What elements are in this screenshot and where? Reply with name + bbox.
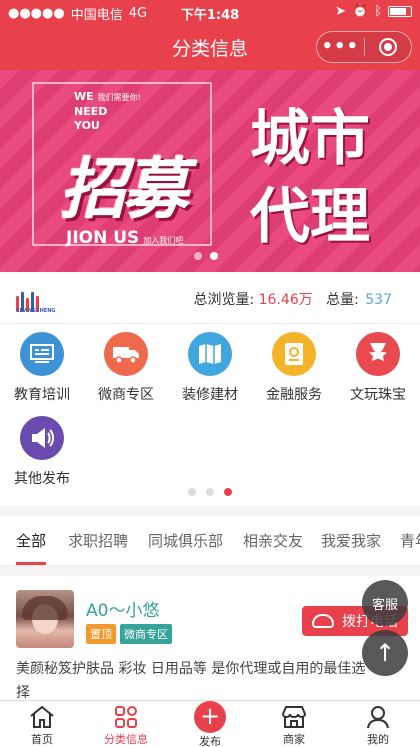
banner-city-agent: 城市 代理 xyxy=(250,104,370,252)
passport-icon xyxy=(272,332,316,376)
close-miniprogram-button[interactable] xyxy=(364,38,411,56)
battery-icon xyxy=(388,6,412,17)
category-pager xyxy=(0,488,420,496)
filter-tabs: 全部 求职招聘 同城俱乐部 相亲交友 我爱我家 青年 xyxy=(0,516,420,566)
nav-bar: 分类信息 ••• xyxy=(0,24,420,70)
category-wechat-business[interactable]: 微商专区 xyxy=(84,324,168,408)
status-right: ➤ ⏰ ᛒ xyxy=(335,4,412,19)
publish-icon: + xyxy=(168,701,252,733)
listing-name: A0～小悠 xyxy=(86,601,160,621)
shop-icon xyxy=(252,703,336,731)
tabbar-category[interactable]: 分类信息 xyxy=(84,703,168,747)
list-item[interactable]: A0～小悠 置顶 微商专区 拨打电话 美颜秘笈护肤品 彩妆 日用品等 是你代理或… xyxy=(0,576,420,700)
miniprogram-capsule: ••• xyxy=(316,31,412,63)
listing-description: 美颜秘笈护肤品 彩妆 日用品等 是你代理或自用的最佳选 xyxy=(16,661,366,677)
category-finance[interactable]: 金融服务 xyxy=(252,324,336,408)
banner-we-need-you: WE 我们需要你! NEED YOU xyxy=(74,90,141,132)
tab-youth[interactable]: 青年 xyxy=(400,530,420,551)
profile-icon xyxy=(336,703,420,731)
category-jewelry[interactable]: 文玩珠宝 xyxy=(336,324,420,408)
banner-carousel[interactable]: WE 我们需要你! NEED YOU 招募 JION US 加入我们吧 城市 代理 xyxy=(0,70,420,272)
tabbar-profile[interactable]: 我的 xyxy=(336,703,420,747)
category-grid: 教育培训 微商专区 装修建材 金融服务 文玩珠宝 其他发布 xyxy=(0,324,420,506)
banner-dot[interactable] xyxy=(194,252,202,260)
bluetooth-icon: ᛒ xyxy=(374,4,382,19)
stats-row: CHANGSHENG 总浏览量: 16.46万 总量: 537 xyxy=(0,272,420,324)
speaker-icon xyxy=(20,416,64,460)
customer-service-button[interactable]: 客服 xyxy=(362,580,408,626)
status-bar: ●●●●● 中国电信 4G 下午1:48 ➤ ⏰ ᛒ xyxy=(0,0,420,24)
phone-icon xyxy=(312,614,334,628)
tab-all[interactable]: 全部 xyxy=(16,530,47,565)
pager-dot[interactable] xyxy=(188,488,196,496)
pager-dot-active[interactable] xyxy=(224,488,232,496)
location-icon: ➤ xyxy=(335,4,346,19)
views-value: 16.46万 xyxy=(258,292,313,308)
home-icon xyxy=(0,703,84,731)
pager-dot[interactable] xyxy=(206,488,214,496)
banner-headline: 招募 xyxy=(60,151,188,228)
total-value: 537 xyxy=(365,292,392,308)
listing-tags: 置顶 微商专区 xyxy=(86,624,172,644)
pinned-badge: 置顶 xyxy=(86,624,116,644)
category-icon xyxy=(84,703,168,731)
category-other[interactable]: 其他发布 xyxy=(0,408,84,492)
more-button[interactable]: ••• xyxy=(317,33,364,61)
banner-dot-active[interactable] xyxy=(210,252,218,260)
classroom-icon xyxy=(20,332,64,376)
category-badge: 微商专区 xyxy=(120,624,172,644)
tab-jobs[interactable]: 求职招聘 xyxy=(68,530,128,551)
tab-city-club[interactable]: 同城俱乐部 xyxy=(148,530,223,551)
listing-description-cont: 择 xyxy=(16,685,30,700)
map-icon xyxy=(188,332,232,376)
brand-logo-icon: CHANGSHENG xyxy=(16,284,56,314)
medal-icon xyxy=(356,332,400,376)
tabbar-home[interactable]: 首页 xyxy=(0,703,84,747)
tabbar-publish[interactable]: + 发布 xyxy=(168,701,252,747)
avatar[interactable] xyxy=(16,590,74,648)
category-decoration[interactable]: 装修建材 xyxy=(168,324,252,408)
tab-dating[interactable]: 相亲交友 xyxy=(243,530,303,551)
tabbar-shop[interactable]: 商家 xyxy=(252,703,336,747)
back-to-top-button[interactable]: ↑ xyxy=(362,630,408,676)
alarm-icon: ⏰ xyxy=(352,4,369,19)
view-stats: 总浏览量: 16.46万 总量: 537 xyxy=(193,292,392,308)
tab-home[interactable]: 我爱我家 xyxy=(321,530,381,551)
banner-join: JION US 加入我们吧 xyxy=(66,228,184,248)
target-icon xyxy=(378,38,397,56)
truck-icon xyxy=(104,332,148,376)
bottom-tab-bar: 首页 分类信息 + 发布 商家 我的 xyxy=(0,700,420,747)
category-education[interactable]: 教育培训 xyxy=(0,324,84,408)
banner-dots xyxy=(194,252,218,260)
